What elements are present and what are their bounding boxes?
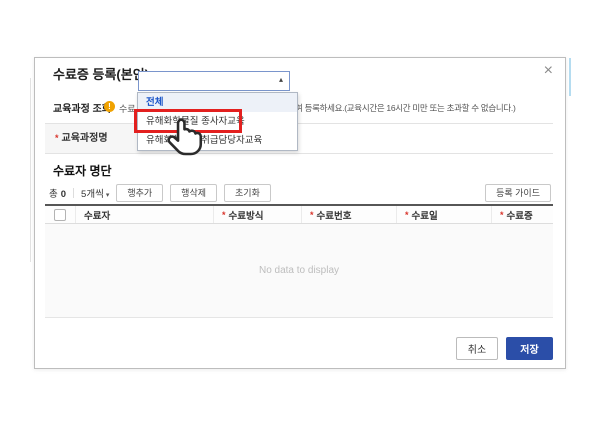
roster-section-heading: 수료자 명단 — [53, 162, 112, 179]
total-count-value: 0 — [61, 189, 66, 200]
cancel-button[interactable]: 취소 — [456, 337, 498, 360]
total-prefix: 총 — [49, 189, 58, 200]
roster-table-header: 수료자 *수료방식 *수료번호 *수료일 *수료증 — [45, 204, 553, 224]
notice-text-suffix: 여 등록하세요.(교육시간은 16시간 미만 또는 초과할 수 없습니다.) — [295, 102, 515, 114]
save-button[interactable]: 저장 — [506, 337, 553, 360]
column-label: 수료자 — [84, 208, 110, 222]
delete-row-button[interactable]: 행삭제 — [170, 184, 217, 202]
notice-text-prefix: 수료 — [119, 102, 136, 115]
registration-guide-button[interactable]: 등록 가이드 — [485, 184, 551, 202]
roster-table: 수료자 *수료방식 *수료번호 *수료일 *수료증 No data to dis… — [45, 204, 553, 318]
background-scroll-edge-mark — [569, 58, 571, 96]
required-mark: * — [55, 133, 59, 143]
close-icon[interactable]: × — [544, 62, 553, 80]
dropdown-option-handler-training[interactable]: 유해화학물질 취급담당자교육 — [138, 131, 297, 150]
header-cell-trainee: 수료자 — [75, 206, 213, 223]
column-label: 수료증 — [507, 208, 533, 222]
page-background: 수료증 등록(본인) × 교육과정 조회 ! 수료 여 등록하세요.(교육시간은… — [0, 0, 600, 424]
chevron-down-icon: ▾ — [106, 192, 110, 199]
dropdown-option-all[interactable]: 전체 — [138, 93, 297, 112]
roster-toolbar: 총0 5개씩▾ 행추가 행삭제 초기화 — [49, 184, 271, 202]
reset-button[interactable]: 초기화 — [224, 184, 271, 202]
row-divider — [45, 153, 553, 154]
add-row-button[interactable]: 행추가 — [116, 184, 163, 202]
course-type-dropdown-panel: 전체 유해화학물질 종사자교육 유해화학물질 취급담당자교육 — [137, 92, 298, 151]
select-all-checkbox[interactable] — [54, 209, 66, 221]
toolbar-separator — [73, 188, 74, 198]
header-cell-certificate-file: *수료증 — [491, 206, 553, 223]
required-mark: * — [310, 210, 314, 220]
column-label: 수료일 — [412, 208, 438, 222]
column-label: 수료방식 — [229, 208, 264, 222]
header-cell-completion-method: *수료방식 — [213, 206, 301, 223]
chevron-up-icon: ▴ — [279, 75, 283, 84]
roster-table-empty-area: No data to display — [45, 224, 553, 318]
required-mark: * — [222, 210, 226, 220]
required-mark: * — [405, 210, 409, 220]
modal-title: 수료증 등록(본인) — [53, 64, 149, 83]
header-cell-completion-date: *수료일 — [396, 206, 491, 223]
header-cell-certificate-number: *수료번호 — [301, 206, 396, 223]
course-lookup-label: 교육과정 조회 — [53, 100, 111, 115]
certificate-registration-modal: 수료증 등록(본인) × 교육과정 조회 ! 수료 여 등록하세요.(교육시간은… — [34, 57, 566, 369]
page-size-label: 5개씩 — [81, 189, 104, 200]
dropdown-option-worker-training[interactable]: 유해화학물질 종사자교육 — [138, 112, 297, 131]
background-page-edge-line — [30, 78, 31, 262]
column-label: 수료번호 — [317, 208, 352, 222]
header-cell-checkbox — [45, 206, 75, 223]
required-mark: * — [500, 210, 504, 220]
total-count-label: 총0 — [49, 186, 66, 200]
course-type-select[interactable]: ▴ — [138, 71, 290, 91]
course-name-label-text: 교육과정명 — [62, 133, 108, 144]
notice-exclamation-icon: ! — [104, 101, 115, 112]
empty-data-message: No data to display — [259, 265, 339, 276]
page-size-select[interactable]: 5개씩▾ — [81, 186, 109, 200]
